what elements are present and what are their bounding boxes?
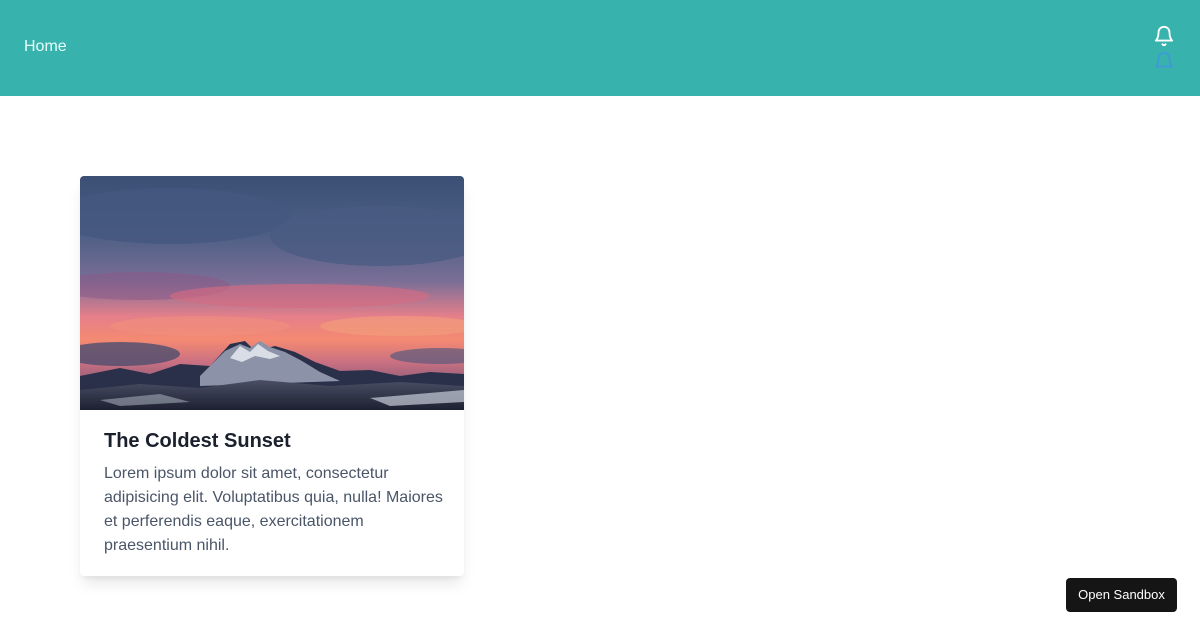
card-title: The Coldest Sunset	[104, 430, 291, 452]
card-description: Lorem ipsum dolor sit amet, consectetur …	[104, 465, 443, 554]
bell-icon[interactable]	[1153, 24, 1175, 48]
open-sandbox-button[interactable]: Open Sandbox	[1066, 578, 1177, 612]
notification-icons	[1153, 24, 1175, 74]
bell-icon[interactable]	[1153, 50, 1175, 74]
nav-home-link[interactable]: Home	[24, 38, 67, 56]
content-card: The Coldest Sunset Lorem ipsum dolor sit…	[80, 176, 464, 576]
mountain-sunset-image	[80, 176, 464, 410]
card-body: The Coldest Sunset Lorem ipsum dolor sit…	[104, 426, 444, 558]
top-navbar: Home	[0, 0, 1200, 96]
